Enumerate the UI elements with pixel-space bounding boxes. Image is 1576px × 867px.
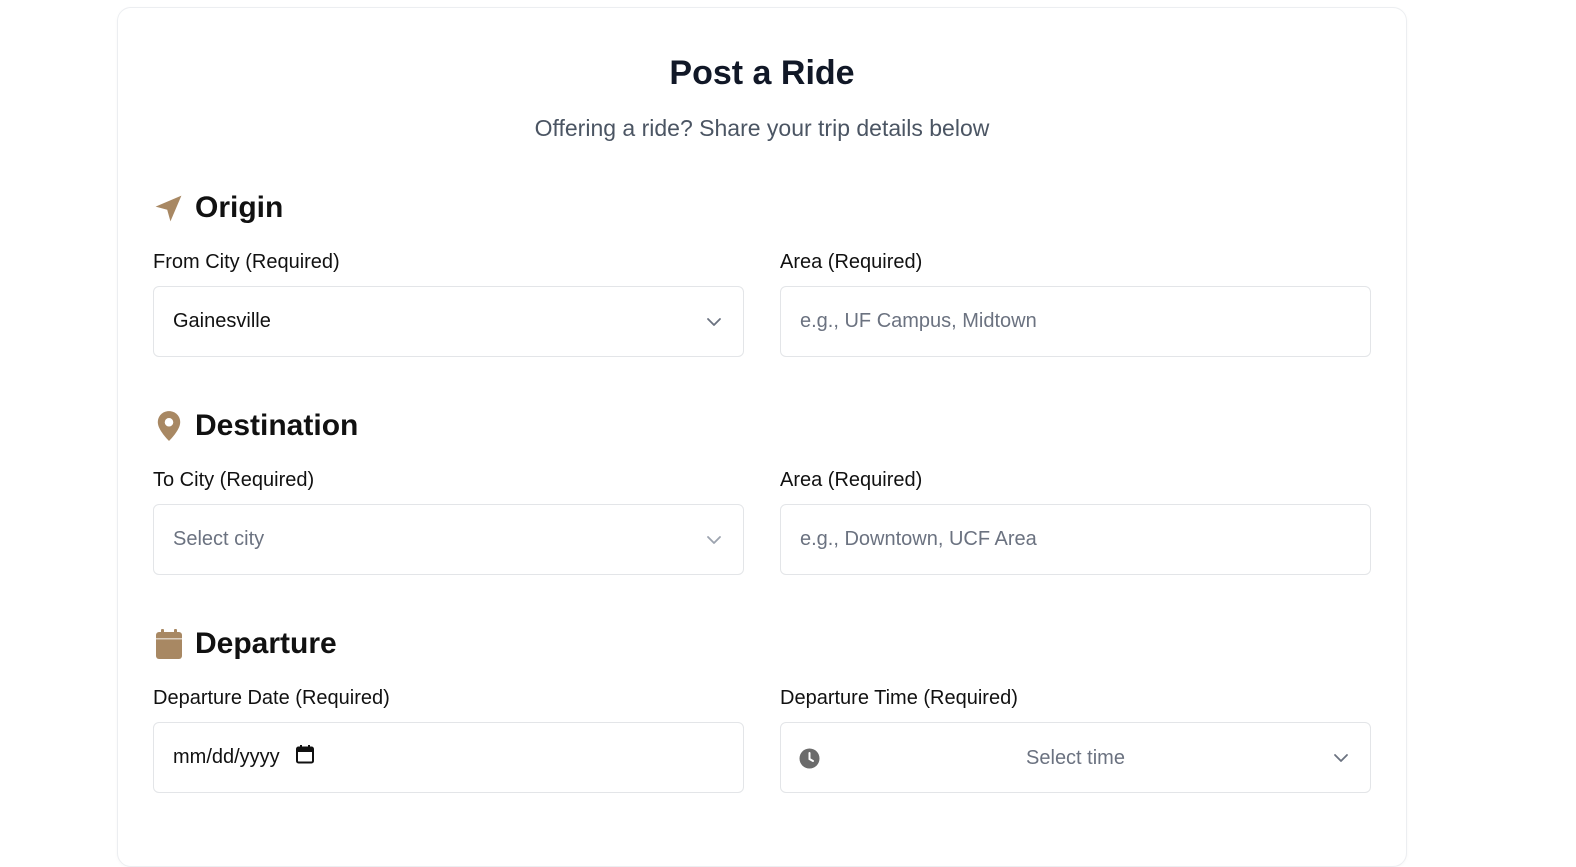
from-city-label: From City (Required) [153,251,340,273]
page-subtitle: Offering a ride? Share your trip details… [534,115,990,141]
from-city-select[interactable]: Gainesville [153,286,744,357]
departure-section-header: Departure [153,624,337,664]
from-city-value: Gainesville [173,310,271,332]
to-city-placeholder: Select city [173,528,265,550]
map-pin-icon [153,410,184,443]
destination-area-input[interactable]: e.g., Downtown, UCF Area [780,504,1371,575]
destination-area-label: Area (Required) [780,469,923,491]
navigation-arrow-icon [153,192,184,225]
departure-date-input[interactable]: mm/dd/yyyy [153,722,744,793]
page-title: Post a Ride [669,54,855,92]
post-ride-card: Post a Ride Offering a ride? Share your … [117,7,1407,867]
to-city-label: To City (Required) [153,469,315,491]
calendar-icon [153,628,184,661]
date-placeholder: mm/dd/yyyy [173,746,280,768]
destination-section-header: Destination [153,406,358,446]
to-city-select[interactable]: Select city [153,504,744,575]
departure-time-select[interactable]: Select time [780,722,1371,793]
departure-heading: Departure [195,627,337,660]
departure-date-label: Departure Date (Required) [153,687,390,709]
chevron-down-icon [705,531,723,549]
calendar-picker-icon[interactable] [295,745,314,770]
origin-area-label: Area (Required) [780,251,923,273]
origin-section-header: Origin [153,188,283,228]
origin-area-placeholder: e.g., UF Campus, Midtown [800,310,1037,332]
time-placeholder: Select time [1026,747,1125,769]
origin-area-input[interactable]: e.g., UF Campus, Midtown [780,286,1371,357]
origin-heading: Origin [195,191,284,224]
chevron-down-icon [1332,749,1350,767]
departure-time-label: Departure Time (Required) [780,687,1018,709]
chevron-down-icon [705,313,723,331]
destination-heading: Destination [195,409,359,442]
destination-area-placeholder: e.g., Downtown, UCF Area [800,528,1037,550]
